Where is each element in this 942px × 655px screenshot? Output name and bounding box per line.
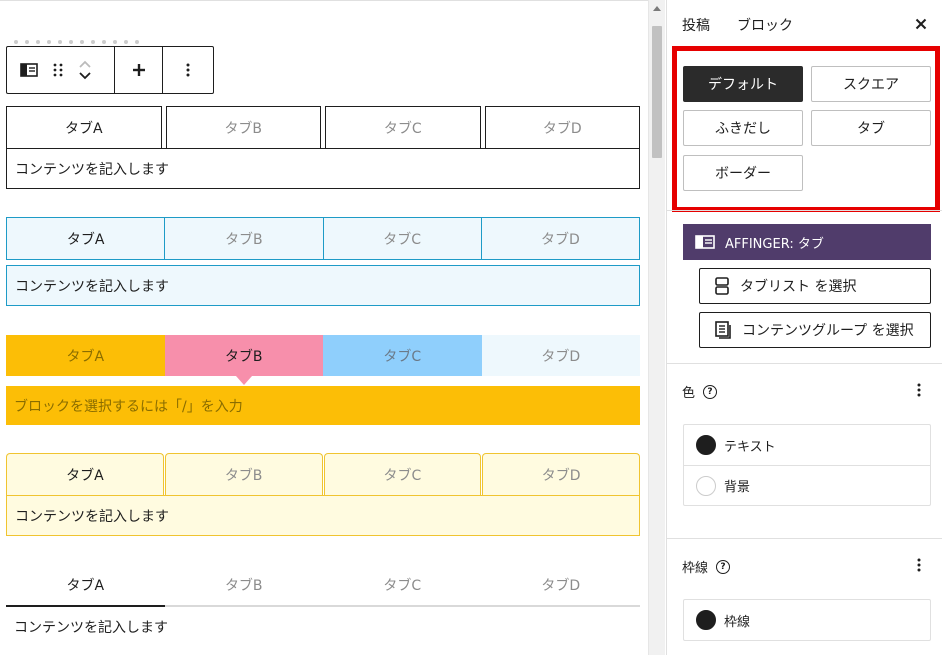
select-tablist-button[interactable]: タブリスト を選択 [699,268,931,304]
tab-d[interactable]: タブD [484,106,640,148]
tab-content-square[interactable]: コンテンツを記入します [6,265,640,306]
tab-c[interactable]: タブC [323,453,482,495]
border-color-list: 枠線 [683,599,931,641]
more-vertical-icon[interactable] [913,555,925,575]
scroll-up-arrow-icon[interactable] [653,6,661,11]
tab-b[interactable]: タブB [164,218,322,259]
block-card-title: AFFINGER: タブ [725,236,824,252]
style-border-button[interactable]: ボーダー [683,155,803,191]
color-swatch [696,435,716,455]
color-item-label: 枠線 [724,614,751,630]
tab-d[interactable]: タブD [482,564,641,605]
color-section-title: 色 [682,386,696,401]
color-swatch [696,610,716,630]
sidebar-tabs: 投稿 ブロック [667,0,942,46]
select-tablist-label: タブリスト を選択 [740,279,857,295]
tab-b[interactable]: タブB [164,335,323,376]
tab-content-tab[interactable]: コンテンツを記入します [6,495,640,536]
tab-content-border[interactable]: コンテンツを記入します [6,609,640,645]
help-icon[interactable]: ? [703,384,718,399]
style-default-button[interactable]: デフォルト [683,66,803,102]
tab-b[interactable]: タブB [165,564,324,605]
scrollbar[interactable] [648,0,665,655]
drag-handle-icon[interactable] [49,52,67,88]
tab-content-fukidashi[interactable]: ブロックを選択するには「/」を入力 [6,386,640,425]
style-square-button[interactable]: スクエア [811,66,931,102]
tab-block[interactable]: ブロック [737,15,793,35]
tablist-icon [715,277,729,295]
close-icon[interactable] [911,14,931,34]
block-toolbar-group [163,47,213,93]
tabs-block-icon[interactable] [15,52,43,88]
style-fukidashi-button[interactable]: ふきだし [683,110,803,146]
select-contentgroup-button[interactable]: コンテンツグループ を選択 [699,312,931,348]
tab-a[interactable]: タブA [6,564,165,607]
select-contentgroup-label: コンテンツグループ を選択 [742,323,914,339]
scrollbar-thumb[interactable] [652,26,662,158]
tab-c[interactable]: タブC [325,106,481,148]
border-section-header: 枠線 ? [682,557,731,576]
more-vertical-icon[interactable] [174,52,202,88]
divider [0,0,648,1]
color-item-label: 背景 [724,480,751,495]
tab-list-border: タブA タブB タブC タブD [6,564,640,607]
color-swatch [696,475,716,496]
tab-b[interactable]: タブB [164,453,323,495]
tab-list-fukidashi: タブA タブB タブC タブD [6,335,640,376]
document-icon [715,321,731,339]
tab-a[interactable]: タブA [6,335,165,376]
divider [667,363,942,364]
color-section-header: 色 ? [682,382,718,401]
tab-content-default[interactable]: コンテンツを記入します [6,148,640,189]
block-toolbar-group [7,47,115,93]
tabs-block-icon [695,235,715,249]
plus-icon[interactable] [125,52,153,88]
tab-a[interactable]: タブA [6,453,164,495]
block-toolbar [6,46,214,94]
tab-list-tab: タブA タブB タブC タブD [6,453,640,495]
tab-d[interactable]: タブD [482,453,640,495]
block-toolbar-group [115,47,163,93]
divider [667,538,942,539]
tab-d[interactable]: タブD [481,335,640,376]
tab-c[interactable]: タブC [322,218,481,259]
editor-canvas: タブA タブB タブC タブD コンテンツを記入します タブA タブB タブC … [0,0,648,655]
tab-c[interactable]: タブC [323,564,482,605]
color-item-text[interactable]: テキスト [684,425,930,465]
speech-pointer [236,376,252,385]
divider [667,210,942,211]
settings-sidebar: 投稿 ブロック デフォルト スクエア ふきだし タブ ボーダー AFFINGER… [666,0,942,655]
block-movers [73,50,97,90]
chevron-up-icon[interactable] [78,58,92,70]
color-item-background[interactable]: 背景 [684,465,930,505]
block-card: AFFINGER: タブ [683,224,931,260]
tab-a[interactable]: タブA [6,106,162,148]
tab-b[interactable]: タブB [165,106,321,148]
tab-list-default: タブA タブB タブC タブD [6,106,640,148]
tab-list-square: タブA タブB タブC タブD [6,217,640,260]
style-tab-button[interactable]: タブ [811,110,931,146]
tab-d[interactable]: タブD [480,218,639,259]
border-section-title: 枠線 [682,561,709,576]
tab-c[interactable]: タブC [323,335,482,376]
tab-post[interactable]: 投稿 [682,15,710,35]
color-item-label: テキスト [724,439,776,455]
chevron-down-icon[interactable] [78,70,92,82]
color-item-border[interactable]: 枠線 [684,600,930,640]
more-vertical-icon[interactable] [913,380,925,400]
color-list: テキスト 背景 [683,424,931,506]
help-icon[interactable]: ? [716,559,731,574]
tab-a[interactable]: タブA [7,218,164,259]
